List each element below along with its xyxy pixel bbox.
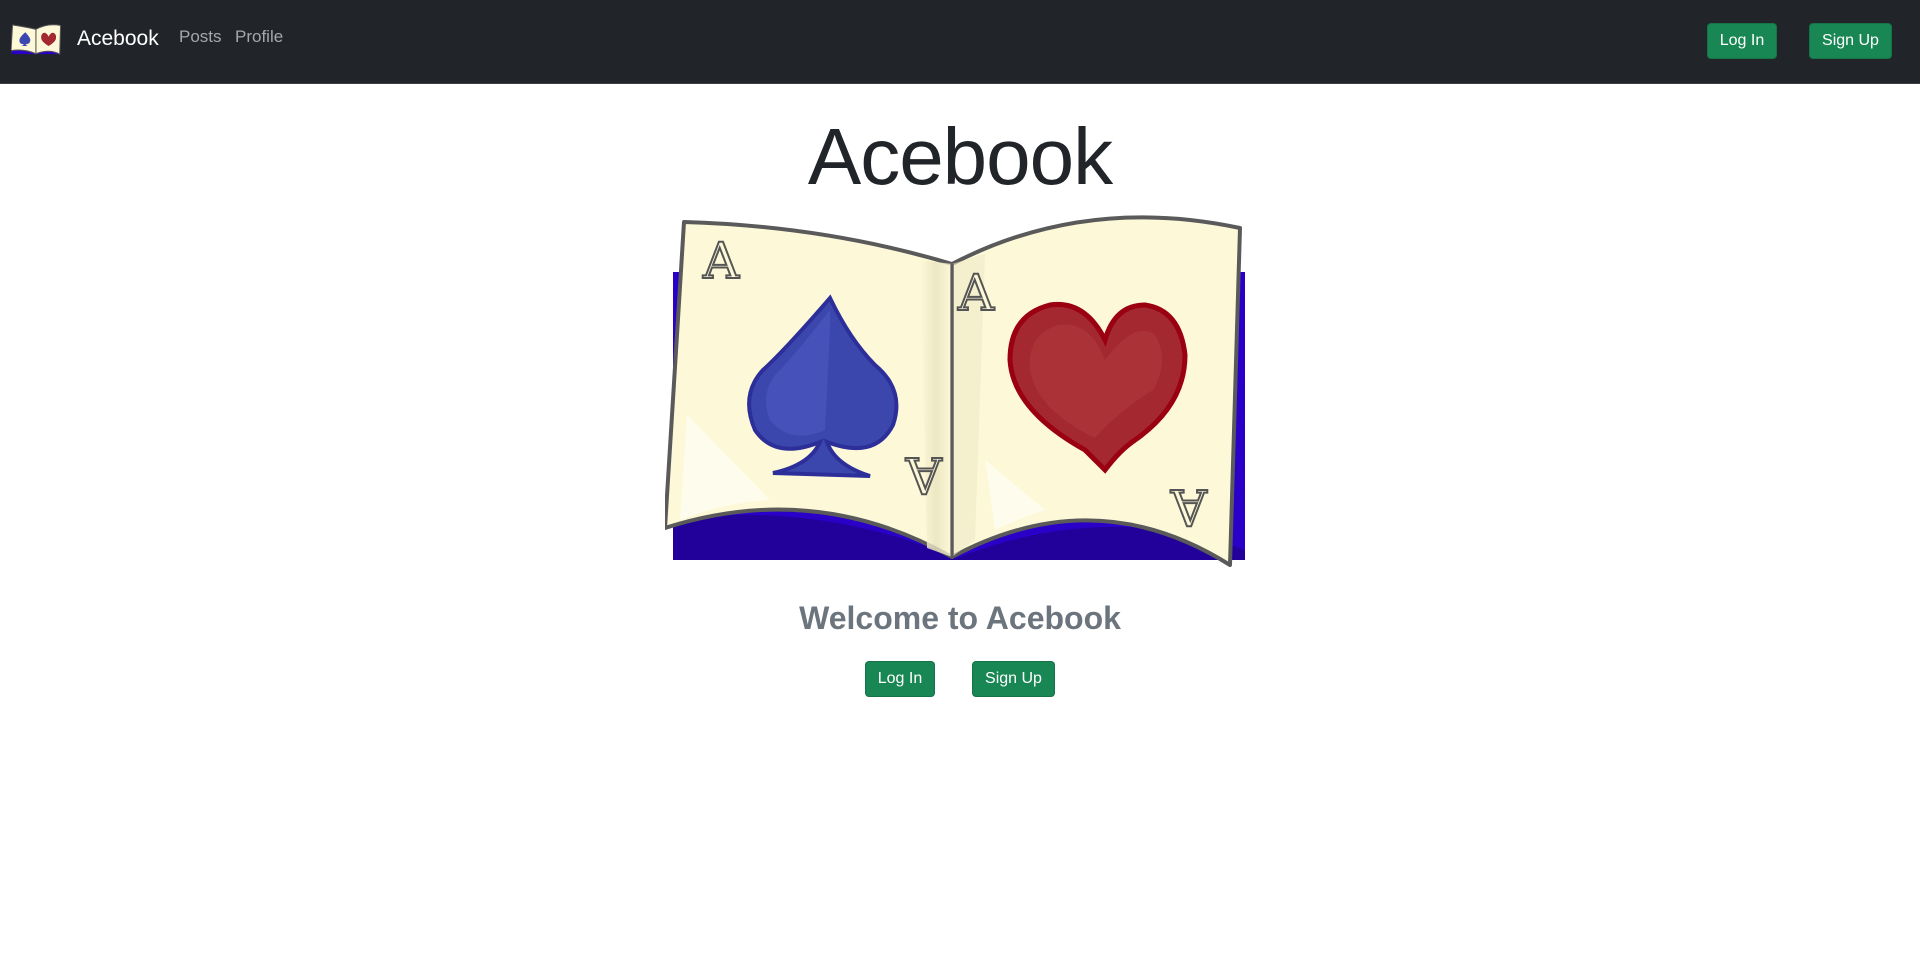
- svg-text:A: A: [1170, 478, 1208, 536]
- navbar-signup-button[interactable]: Sign Up: [1809, 23, 1892, 59]
- ace-book-illustration: A A A A: [665, 215, 1245, 567]
- welcome-heading: Welcome to Acebook: [799, 600, 1121, 636]
- signup-button[interactable]: Sign Up: [972, 661, 1055, 697]
- svg-text:A: A: [957, 264, 995, 322]
- nav-link-posts[interactable]: Posts: [179, 26, 222, 48]
- ace-book-logo-icon[interactable]: [11, 24, 61, 56]
- top-navbar: Acebook Posts Profile Log In Sign Up: [0, 0, 1920, 84]
- login-button[interactable]: Log In: [865, 661, 935, 697]
- page-title: Acebook: [807, 112, 1113, 201]
- brand-link[interactable]: Acebook: [77, 25, 159, 53]
- navbar-login-button[interactable]: Log In: [1707, 23, 1777, 59]
- nav-link-profile[interactable]: Profile: [235, 26, 283, 48]
- svg-text:A: A: [702, 232, 740, 290]
- svg-text:A: A: [905, 446, 943, 504]
